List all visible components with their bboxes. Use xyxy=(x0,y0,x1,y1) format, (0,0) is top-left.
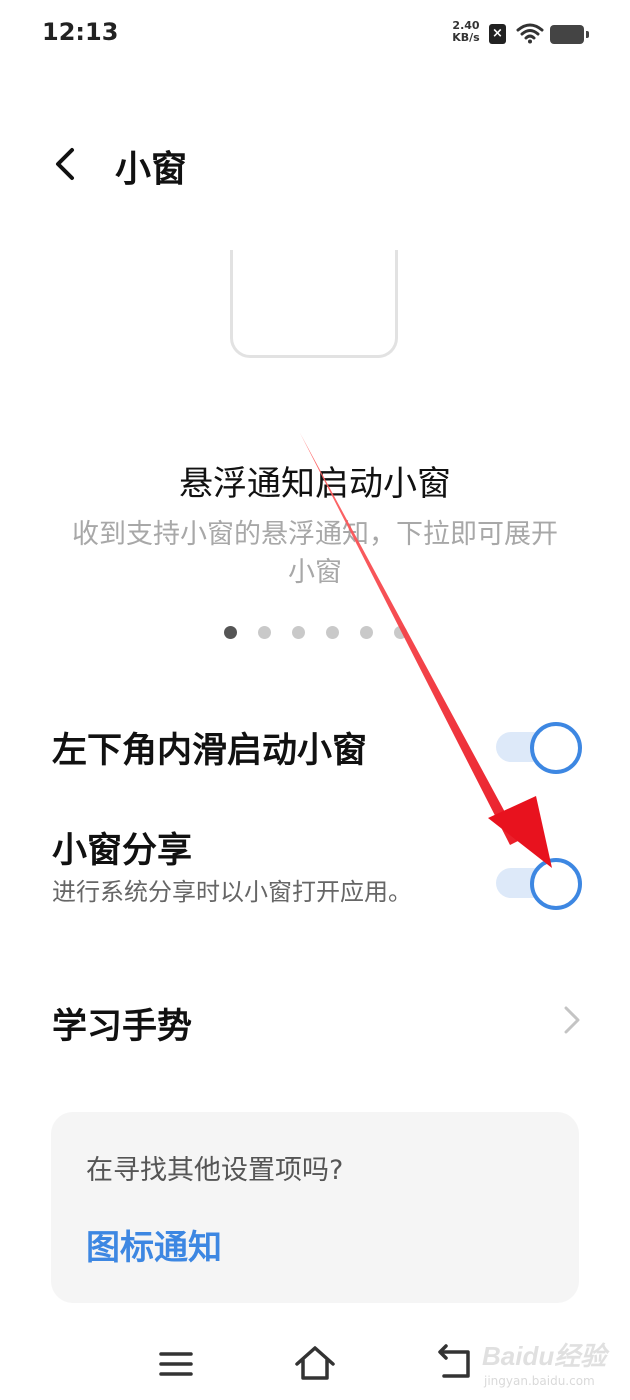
suggestion-card: 在寻找其他设置项吗? 图标通知 xyxy=(51,1112,579,1303)
learn-gestures-label: 学习手势 xyxy=(52,1007,193,1047)
status-bar: 12:13 2.40 KB/s × xyxy=(0,0,630,70)
carousel-dot-3[interactable] xyxy=(292,626,305,639)
carousel-dot-5[interactable] xyxy=(360,626,373,639)
window-share-label: 小窗分享 xyxy=(52,831,193,871)
x-badge-icon: × xyxy=(489,24,506,44)
swipe-launch-label: 左下角内滑启动小窗 xyxy=(52,731,368,771)
toggle-knob xyxy=(530,722,582,774)
net-speed-unit: KB/s xyxy=(452,31,480,44)
toggle-knob xyxy=(530,858,582,910)
watermark-url: jingyan.baidu.com xyxy=(484,1374,595,1388)
window-share-description: 进行系统分享时以小窗打开应用。 xyxy=(52,878,412,906)
feature-title: 悬浮通知启动小窗 xyxy=(179,464,451,504)
status-time: 12:13 xyxy=(42,18,119,46)
setting-row-window-share[interactable]: 小窗分享 进行系统分享时以小窗打开应用。 xyxy=(0,818,630,948)
carousel-page-indicator[interactable] xyxy=(224,626,407,640)
carousel-dot-1[interactable] xyxy=(224,626,237,639)
setting-row-learn-gestures[interactable]: 学习手势 xyxy=(0,988,630,1058)
home-icon[interactable] xyxy=(291,1340,339,1388)
battery-icon xyxy=(550,25,589,44)
watermark-brand: Baidu经验 xyxy=(482,1341,607,1371)
feature-preview-frame xyxy=(230,250,398,358)
setting-row-swipe-launch[interactable]: 左下角内滑启动小窗 xyxy=(0,712,630,782)
net-speed-indicator: 2.40 KB/s xyxy=(444,20,488,44)
icon-notification-link[interactable]: 图标通知 xyxy=(86,1220,222,1269)
suggestion-question: 在寻找其他设置项吗? xyxy=(86,1155,344,1186)
menu-icon[interactable] xyxy=(152,1340,200,1388)
carousel-dot-2[interactable] xyxy=(258,626,271,639)
wifi-icon xyxy=(516,23,544,44)
feature-description: 收到支持小窗的悬浮通知，下拉即可展开小窗 xyxy=(72,519,558,588)
chevron-right-icon xyxy=(564,1006,580,1034)
carousel-dot-6[interactable] xyxy=(394,626,407,639)
window-share-toggle[interactable] xyxy=(496,858,582,910)
baidu-watermark: Baidu经验 jingyan.baidu.com xyxy=(470,1330,630,1398)
swipe-launch-toggle[interactable] xyxy=(496,722,582,774)
carousel-dot-4[interactable] xyxy=(326,626,339,639)
page-header: 小窗 xyxy=(0,130,630,200)
back-chevron-icon[interactable] xyxy=(46,144,86,184)
page-title: 小窗 xyxy=(115,149,188,190)
